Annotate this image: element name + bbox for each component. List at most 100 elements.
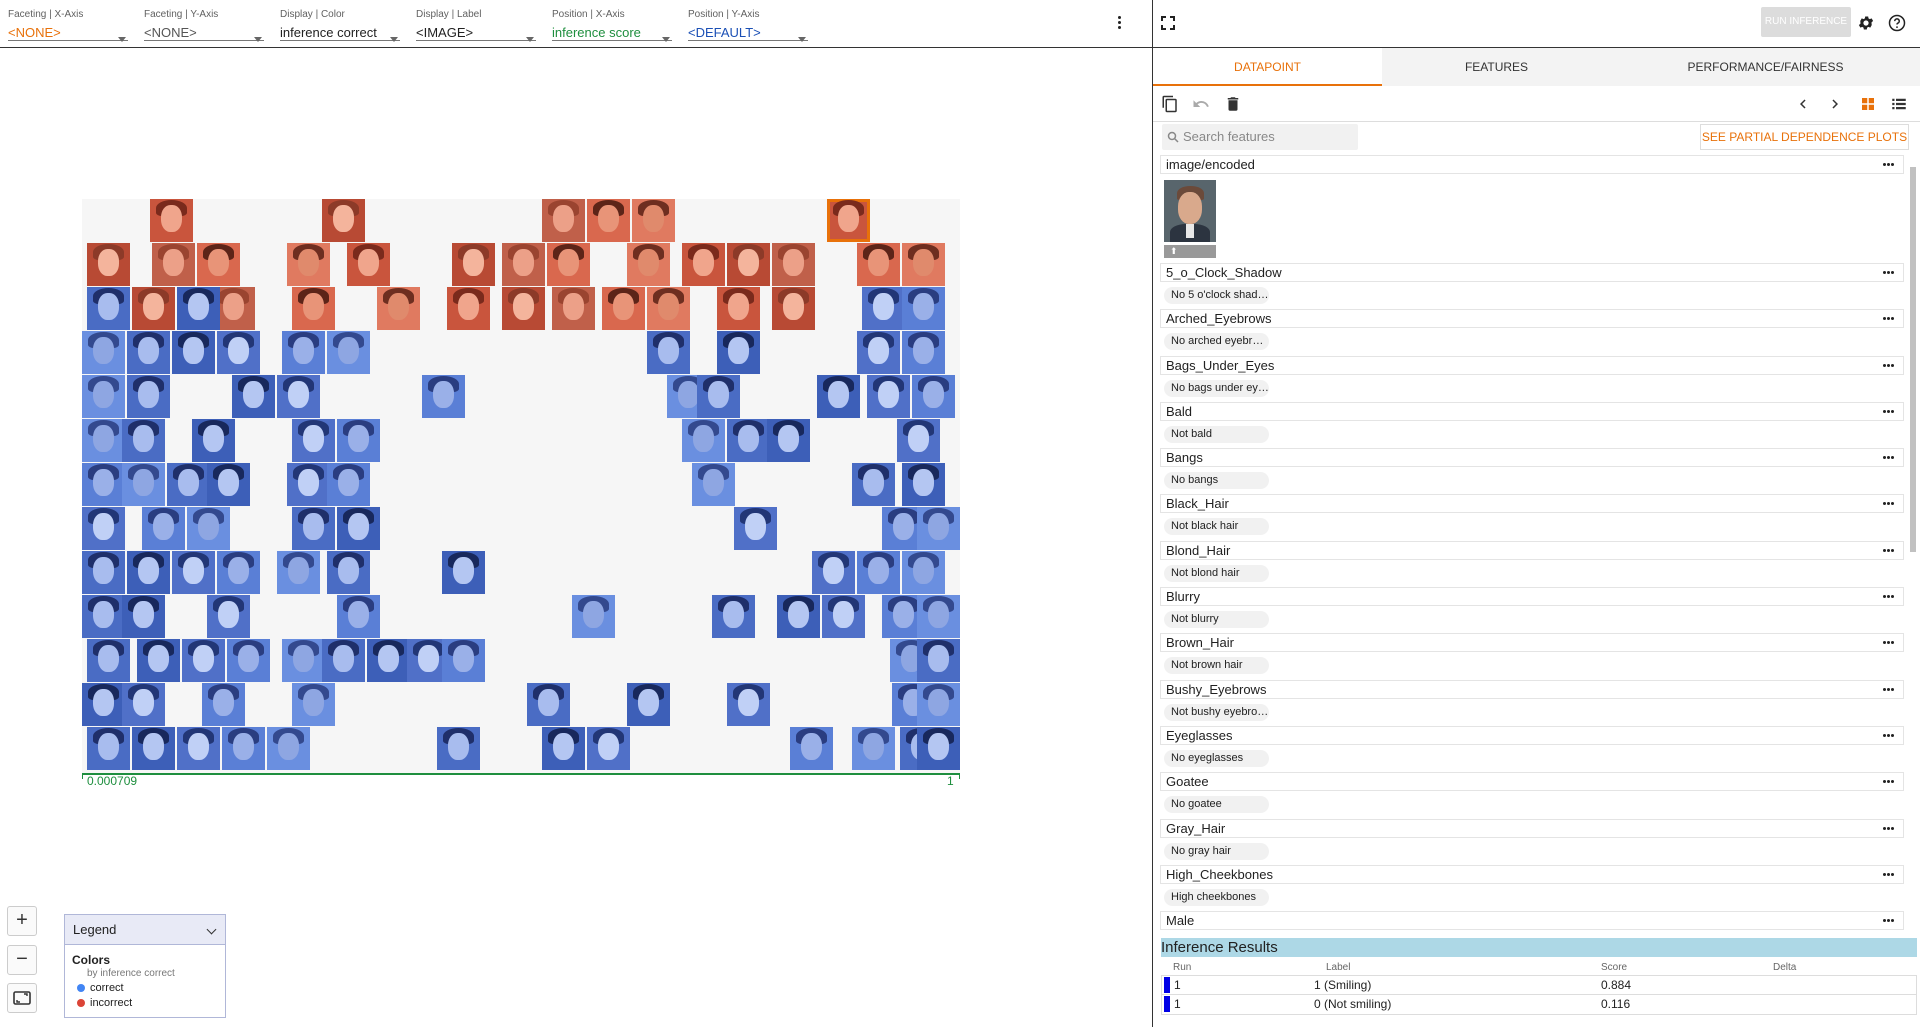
- datapoint-thumbnail[interactable]: [647, 331, 690, 374]
- datapoint-thumbnail[interactable]: [177, 727, 220, 770]
- datapoint-thumbnail[interactable]: [82, 551, 125, 594]
- more-horiz-icon[interactable]: [1883, 409, 1895, 413]
- position-x-dropdown[interactable]: Position | X-Axis inference score: [552, 8, 672, 42]
- datapoint-thumbnail[interactable]: [287, 463, 330, 506]
- scrollbar-thumb[interactable]: [1910, 167, 1916, 552]
- facets-plot[interactable]: [82, 199, 960, 773]
- datapoint-thumbnail[interactable]: [812, 551, 855, 594]
- datapoint-thumbnail[interactable]: [857, 331, 900, 374]
- datapoint-thumbnail[interactable]: [87, 287, 130, 330]
- duplicate-icon[interactable]: [1161, 95, 1179, 113]
- datapoint-thumbnail[interactable]: [647, 287, 690, 330]
- datapoint-thumbnail[interactable]: [287, 243, 330, 286]
- feature-value-chip[interactable]: Not bushy eyebrows: [1164, 703, 1269, 721]
- datapoint-thumbnail[interactable]: [322, 639, 365, 682]
- partial-dependence-plots-button[interactable]: SEE PARTIAL DEPENDENCE PLOTS: [1700, 124, 1909, 150]
- datapoint-thumbnail[interactable]: [682, 419, 725, 462]
- datapoint-thumbnail[interactable]: [367, 639, 410, 682]
- datapoint-thumbnail[interactable]: [547, 243, 590, 286]
- datapoint-thumbnail[interactable]: [292, 683, 335, 726]
- datapoint-thumbnail[interactable]: [127, 551, 170, 594]
- datapoint-thumbnail[interactable]: [862, 287, 905, 330]
- more-horiz-icon[interactable]: [1883, 317, 1895, 321]
- more-horiz-icon[interactable]: [1883, 548, 1895, 552]
- datapoint-thumbnail[interactable]: [602, 287, 645, 330]
- feature-value-chip[interactable]: Not black hair: [1164, 518, 1269, 536]
- datapoint-thumbnail[interactable]: [527, 683, 570, 726]
- datapoint-thumbnail[interactable]: [377, 287, 420, 330]
- datapoint-thumbnail[interactable]: [122, 595, 165, 638]
- faceting-y-dropdown[interactable]: Faceting | Y-Axis <NONE>: [144, 8, 264, 42]
- more-horiz-icon[interactable]: [1883, 826, 1895, 830]
- datapoint-thumbnail[interactable]: [207, 463, 250, 506]
- datapoint-thumbnail[interactable]: [902, 463, 945, 506]
- datapoint-thumbnail[interactable]: [442, 551, 485, 594]
- datapoint-thumbnail[interactable]: [452, 243, 495, 286]
- datapoint-thumbnail[interactable]: [717, 331, 760, 374]
- datapoint-thumbnail[interactable]: [587, 199, 630, 242]
- datapoint-thumbnail[interactable]: [572, 595, 615, 638]
- datapoint-thumbnail[interactable]: [852, 727, 895, 770]
- datapoint-thumbnail[interactable]: [127, 331, 170, 374]
- datapoint-thumbnail[interactable]: [897, 419, 940, 462]
- more-horiz-icon[interactable]: [1883, 687, 1895, 691]
- feature-value-chip[interactable]: Not brown hair: [1164, 657, 1269, 675]
- datapoint-thumbnail[interactable]: [82, 419, 125, 462]
- more-vert-icon[interactable]: [1113, 14, 1125, 34]
- datapoint-thumbnail[interactable]: [172, 551, 215, 594]
- more-horiz-icon[interactable]: [1883, 163, 1895, 166]
- datapoint-thumbnail[interactable]: [87, 727, 130, 770]
- datapoint-thumbnail[interactable]: [727, 419, 770, 462]
- datapoint-thumbnail[interactable]: [917, 683, 960, 726]
- feature-value-chip[interactable]: No 5 o'clock shadow: [1164, 287, 1269, 304]
- chevron-right-icon[interactable]: [1826, 95, 1844, 113]
- more-horiz-icon[interactable]: [1883, 456, 1895, 460]
- datapoint-thumbnail[interactable]: [292, 507, 335, 550]
- datapoint-thumbnail[interactable]: [82, 331, 125, 374]
- delete-icon[interactable]: [1224, 95, 1242, 113]
- datapoint-thumbnail[interactable]: [207, 595, 250, 638]
- datapoint-thumbnail[interactable]: [152, 243, 195, 286]
- tab-features[interactable]: FEATURES: [1382, 48, 1611, 86]
- datapoint-thumbnail[interactable]: [177, 287, 220, 330]
- datapoint-thumbnail[interactable]: [857, 551, 900, 594]
- datapoint-thumbnail[interactable]: [902, 331, 945, 374]
- datapoint-thumbnail[interactable]: [717, 287, 760, 330]
- datapoint-thumbnail[interactable]: [822, 595, 865, 638]
- more-horiz-icon[interactable]: [1883, 733, 1895, 737]
- more-horiz-icon[interactable]: [1883, 271, 1895, 274]
- datapoint-thumbnail[interactable]: [227, 639, 270, 682]
- datapoint-thumbnail[interactable]: [767, 419, 810, 462]
- datapoint-thumbnail[interactable]: [222, 727, 265, 770]
- datapoint-thumbnail[interactable]: [167, 463, 210, 506]
- datapoint-thumbnail[interactable]: [542, 199, 585, 242]
- datapoint-thumbnail[interactable]: [712, 595, 755, 638]
- datapoint-thumbnail[interactable]: [857, 243, 900, 286]
- datapoint-thumbnail[interactable]: [122, 463, 165, 506]
- search-features-input[interactable]: Search features: [1162, 124, 1358, 150]
- datapoint-thumbnail[interactable]: [327, 463, 370, 506]
- feature-value-chip[interactable]: Not bald: [1164, 425, 1269, 443]
- datapoint-thumbnail[interactable]: [217, 331, 260, 374]
- more-horiz-icon[interactable]: [1883, 919, 1895, 923]
- chevron-left-icon[interactable]: [1794, 95, 1812, 113]
- datapoint-thumbnail[interactable]: [82, 595, 125, 638]
- datapoint-thumbnail[interactable]: [734, 507, 777, 550]
- datapoint-thumbnail[interactable]: [322, 199, 365, 242]
- datapoint-thumbnail[interactable]: [692, 463, 735, 506]
- datapoint-thumbnail[interactable]: [150, 199, 193, 242]
- datapoint-thumbnail[interactable]: [902, 287, 945, 330]
- datapoint-thumbnail[interactable]: [182, 639, 225, 682]
- datapoint-thumbnail[interactable]: [82, 683, 125, 726]
- tab-performance-fairness[interactable]: PERFORMANCE/FAIRNESS: [1611, 48, 1920, 86]
- more-horiz-icon[interactable]: [1883, 363, 1895, 367]
- datapoint-thumbnail[interactable]: [337, 419, 380, 462]
- faceting-x-dropdown[interactable]: Faceting | X-Axis <NONE>: [8, 8, 128, 42]
- datapoint-thumbnail[interactable]: [137, 639, 180, 682]
- feature-value-chip[interactable]: No bags under eyes: [1164, 379, 1269, 397]
- datapoint-thumbnail[interactable]: [217, 551, 260, 594]
- feature-value-chip[interactable]: Not blond hair: [1164, 564, 1269, 582]
- datapoint-thumbnail[interactable]: [192, 419, 235, 462]
- feature-value-chip[interactable]: No goatee: [1164, 796, 1269, 814]
- undo-icon[interactable]: [1192, 95, 1210, 113]
